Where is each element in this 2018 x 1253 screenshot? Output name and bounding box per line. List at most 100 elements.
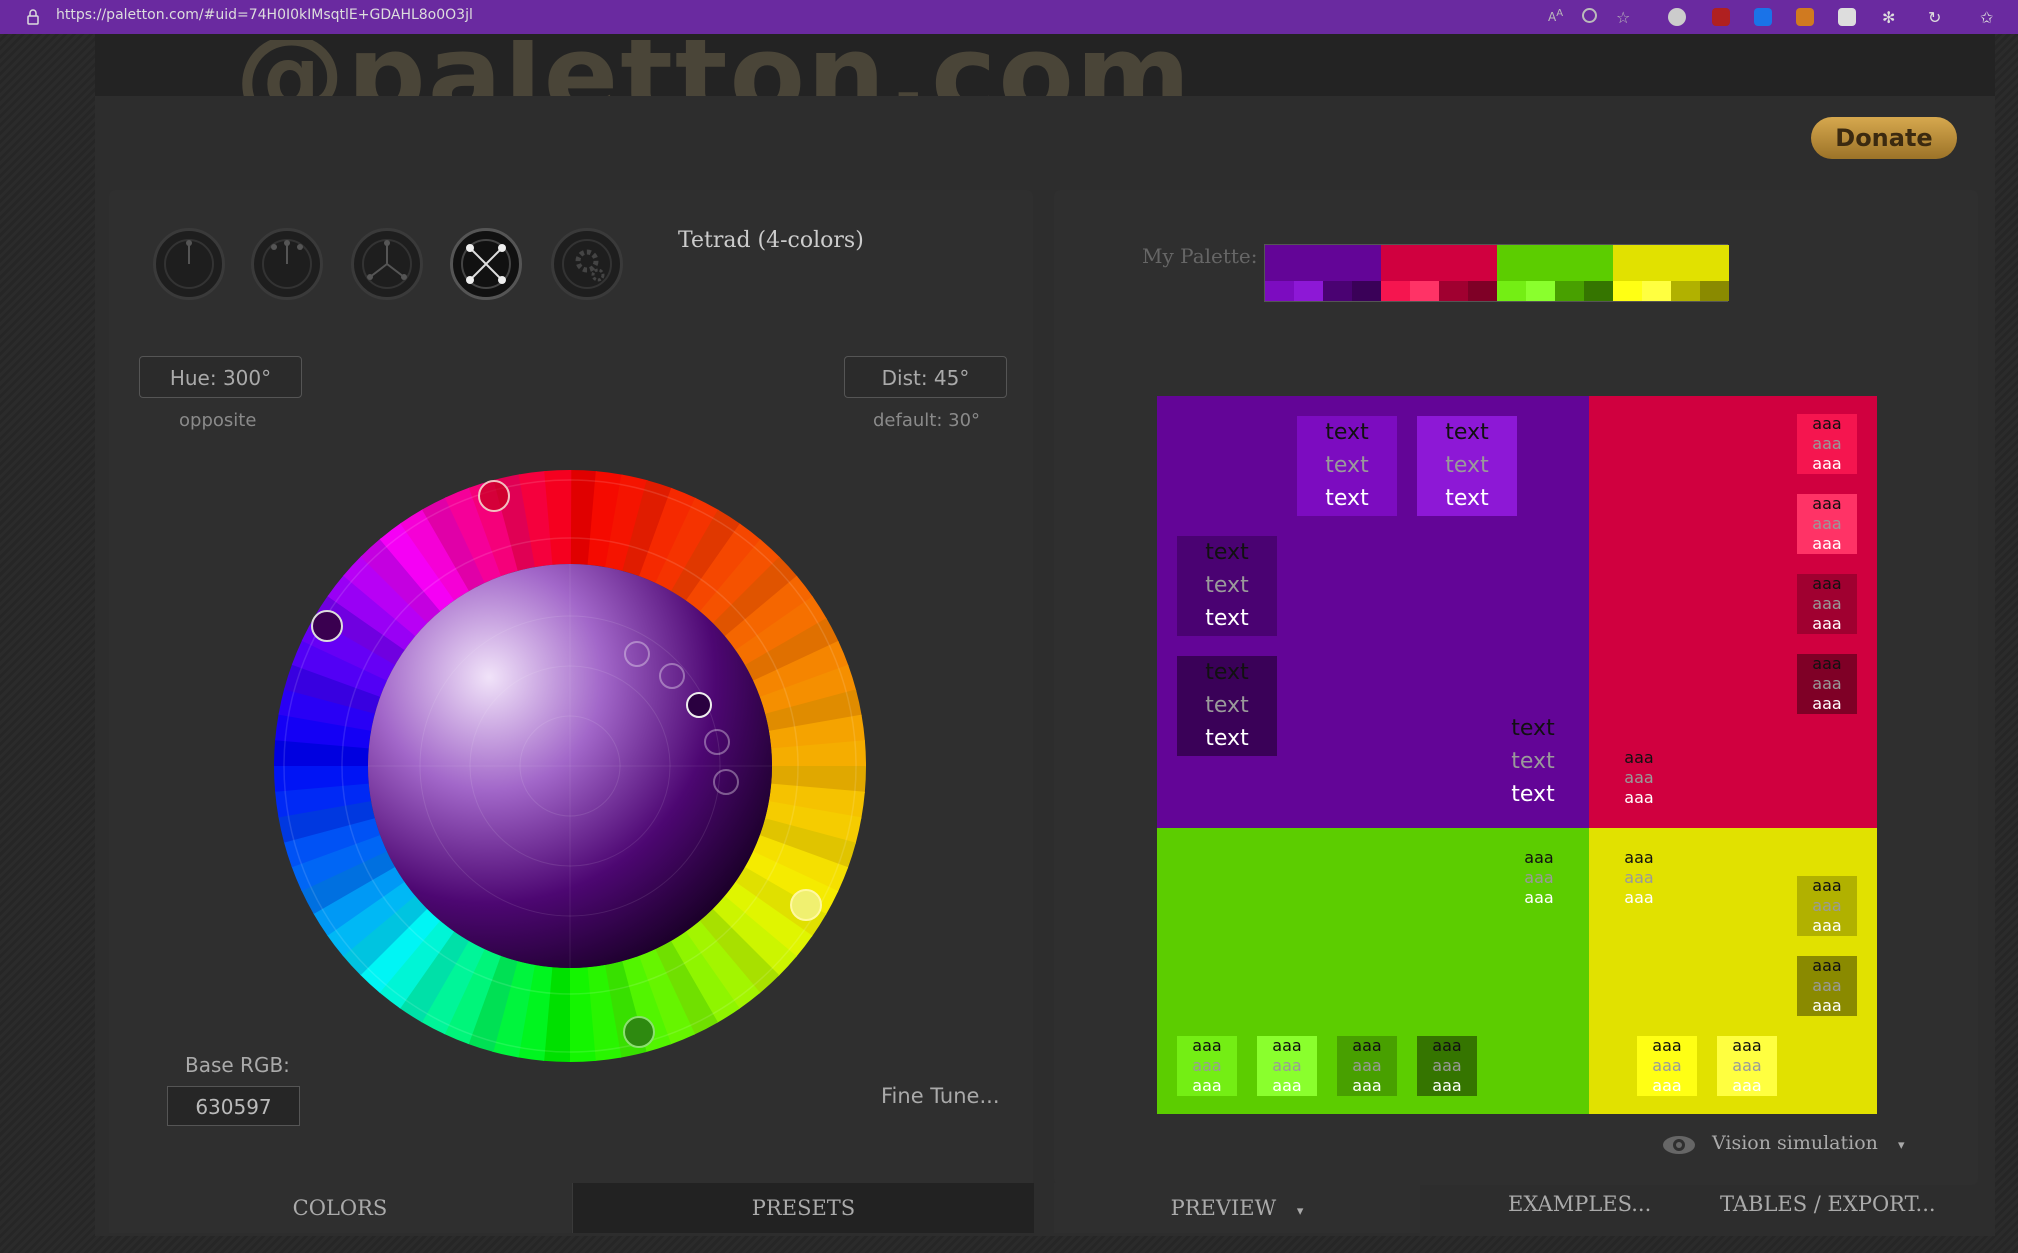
palette-shade-swatch[interactable] [1613,281,1642,301]
sample-text: text [1205,573,1249,598]
gear-icon [562,239,612,289]
sample-text: text [1205,540,1249,565]
scheme-mono-button[interactable] [153,228,225,300]
palette-color-group[interactable] [1265,245,1381,301]
my-palette-strip[interactable] [1264,244,1729,302]
sample-text: aaa [1812,614,1842,633]
donate-button[interactable]: Donate [1811,117,1957,159]
read-aloud-icon[interactable]: AA [1548,8,1566,26]
aaa-sample: aaa aaa aaa [1609,848,1669,908]
palette-shade-swatch[interactable] [1671,281,1700,301]
scheme-tetrad-button[interactable] [450,228,522,300]
palette-main-swatch[interactable] [1497,245,1613,281]
aaa-sample-box: aaa aaa aaa [1417,1036,1477,1096]
extension-icon-3[interactable] [1754,8,1772,26]
extension-icon-2[interactable] [1712,8,1730,26]
puzzle-icon[interactable]: ✻ [1882,8,1900,27]
sample-text: aaa [1192,1056,1222,1075]
sample-text: aaa [1812,594,1842,613]
palette-shade-swatch[interactable] [1642,281,1671,301]
sample-text: aaa [1624,868,1654,887]
fine-tune-link[interactable]: Fine Tune... [881,1084,1000,1108]
sample-text: aaa [1192,1076,1222,1095]
sample-text: aaa [1812,674,1842,693]
palette-shade-swatch[interactable] [1700,281,1729,301]
aaa-sample-box: aaa aaa aaa [1797,876,1857,936]
vision-simulation-menu[interactable]: Vision simulation ▾ [1712,1132,1904,1154]
sample-text: text [1325,486,1369,511]
sample-text: aaa [1352,1056,1382,1075]
tab-examples[interactable]: EXAMPLES... [1508,1192,1651,1216]
sample-text: text [1511,749,1555,774]
address-bar[interactable]: https://paletton.com/#uid=74H0I0kIMsqtlE… [56,7,473,23]
scheme-free-button[interactable] [551,228,623,300]
sample-text: text [1511,716,1555,741]
hue-handle-red[interactable] [478,480,510,512]
palette-shade-swatch[interactable] [1294,281,1323,301]
lock-icon [27,9,39,25]
sample-text: aaa [1524,848,1554,867]
tab-preview[interactable]: PREVIEW ▾ [1054,1183,1420,1233]
aaa-sample: aaa aaa aaa [1509,848,1569,908]
sample-text: aaa [1812,996,1842,1015]
palette-shade-swatch[interactable] [1352,281,1381,301]
extension-icon-1[interactable] [1668,8,1686,26]
sample-text: aaa [1812,534,1842,553]
scheme-adjacent-button[interactable] [251,228,323,300]
extension-icon-4[interactable] [1796,8,1814,26]
palette-color-group[interactable] [1613,245,1729,301]
palette-shade-swatch[interactable] [1468,281,1497,301]
refresh-icon[interactable]: ↻ [1928,8,1946,27]
base-rgb-label: Base RGB: [185,1053,290,1077]
aaa-sample-box: aaa aaa aaa [1797,494,1857,554]
tab-presets[interactable]: PRESETS [572,1183,1034,1233]
scheme-title: Tetrad (4-colors) [678,228,864,253]
hue-handle-green[interactable] [623,1016,655,1048]
sample-text: aaa [1652,1036,1682,1055]
sample-text: aaa [1812,876,1842,895]
vision-simulation-label: Vision simulation [1712,1132,1878,1154]
hue-handle-purple[interactable] [311,610,343,642]
tab-colors[interactable]: COLORS [109,1183,571,1233]
sample-text: text [1445,486,1489,511]
tab-tables-export[interactable]: TABLES / EXPORT... [1720,1192,1936,1216]
palette-shade-swatch[interactable] [1526,281,1555,301]
scheme-triad-button[interactable] [351,228,423,300]
tetrad-scheme-icon [461,239,511,289]
hue-handle-yellow[interactable] [790,889,822,921]
palette-shade-swatch[interactable] [1439,281,1468,301]
palette-shade-swatch[interactable] [1265,281,1294,301]
sample-text: aaa [1624,848,1654,867]
zoom-icon[interactable] [1582,8,1597,23]
sample-text: text [1205,606,1249,631]
sample-text: aaa [1624,768,1654,787]
sample-text: text [1205,660,1249,685]
sample-text: aaa [1624,888,1654,907]
palette-main-swatch[interactable] [1381,245,1497,281]
base-shade-handle[interactable] [686,692,712,718]
palette-main-swatch[interactable] [1265,245,1381,281]
palette-shade-swatch[interactable] [1584,281,1613,301]
favorite-icon[interactable]: ☆ [1616,8,1634,27]
eye-icon[interactable] [1662,1134,1696,1156]
palette-shade-swatch[interactable] [1323,281,1352,301]
palette-main-swatch[interactable] [1613,245,1729,281]
palette-shade-swatch[interactable] [1381,281,1410,301]
base-rgb-input[interactable]: 630597 [167,1086,300,1126]
palette-color-group[interactable] [1497,245,1613,301]
text-sample-box: text text text [1297,416,1397,516]
palette-color-group[interactable] [1381,245,1497,301]
color-wheel[interactable] [188,384,952,1148]
palette-shade-swatch[interactable] [1410,281,1439,301]
text-sample: text text text [1483,712,1583,811]
triad-scheme-icon [362,239,412,289]
palette-shade-swatch[interactable] [1497,281,1526,301]
sample-text: aaa [1432,1056,1462,1075]
sample-text: text [1445,453,1489,478]
sample-text: aaa [1432,1036,1462,1055]
palette-shade-swatch[interactable] [1555,281,1584,301]
extension-icon-5[interactable] [1838,8,1856,26]
aaa-sample-box: aaa aaa aaa [1257,1036,1317,1096]
collections-icon[interactable]: ✩ [1980,8,1998,27]
sample-text: aaa [1352,1076,1382,1095]
